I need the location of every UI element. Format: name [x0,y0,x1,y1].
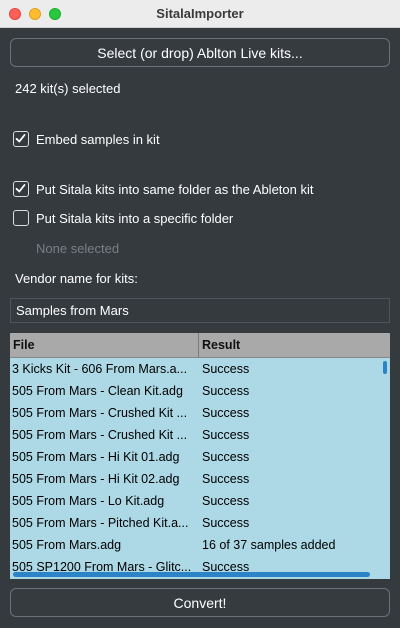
table-row[interactable]: 505 From Mars - Hi Kit 01.adg Success [10,447,382,469]
file-cell: 505 From Mars - Lo Kit.adg [12,494,165,508]
embed-samples-label: Embed samples in kit [36,131,160,147]
title-bar: SitalaImporter [0,0,400,28]
file-cell: 505 From Mars.adg [12,538,122,552]
file-cell: 3 Kicks Kit - 606 From Mars.a... [12,362,188,376]
same-folder-label: Put Sitala kits into same folder as the … [36,181,314,197]
table-row[interactable]: 505 From Mars - Clean Kit.adg Success [10,381,382,403]
file-cell: 505 From Mars - Crushed Kit ... [12,428,188,442]
vertical-scrollbar[interactable] [383,361,387,374]
specific-folder-label: Put Sitala kits into a specific folder [36,210,234,226]
table-row[interactable]: 505 From Mars - Crushed Kit ... Success [10,425,382,447]
sitala-importer-window: SitalaImporter Select (or drop) Ablton L… [0,0,400,628]
convert-button[interactable]: Convert! [10,588,390,617]
horizontal-scrollbar[interactable] [13,572,370,577]
specific-folder-checkbox[interactable] [13,210,29,226]
file-cell: 505 From Mars - Clean Kit.adg [12,384,183,398]
table-row[interactable]: 3 Kicks Kit - 606 From Mars.a... Success [10,359,382,381]
table-header: File Result [10,333,390,358]
result-cell: Success [202,406,250,420]
vendor-name-label: Vendor name for kits: [15,271,138,286]
table-row[interactable]: 505 From Mars - Crushed Kit ... Success [10,403,382,425]
checkmark-icon [15,134,26,143]
result-cell: Success [202,450,250,464]
vendor-name-input[interactable]: Samples from Mars [10,298,390,323]
result-cell: Success [202,494,250,508]
embed-samples-checkbox[interactable] [13,131,29,147]
file-cell: 505 From Mars - Crushed Kit ... [12,406,188,420]
folder-selection-status: None selected [36,241,120,256]
same-folder-checkbox[interactable] [13,181,29,197]
result-cell: Success [202,362,250,376]
column-header-file[interactable]: File [10,333,199,357]
window-title: SitalaImporter [156,6,244,21]
table-row[interactable]: 505 From Mars.adg 16 of 37 samples added [10,535,382,557]
embed-samples-option[interactable]: Embed samples in kit [13,130,160,148]
result-cell: Success [202,384,250,398]
table-row[interactable]: 505 From Mars - Hi Kit 02.adg Success [10,469,382,491]
same-folder-option[interactable]: Put Sitala kits into same folder as the … [13,180,313,198]
result-cell: Success [202,428,250,442]
select-kits-button[interactable]: Select (or drop) Ablton Live kits... [10,38,390,67]
results-table: File Result 3 Kicks Kit - 606 From Mars.… [10,333,390,579]
table-rows: 3 Kicks Kit - 606 From Mars.a... Success… [10,359,382,579]
table-row[interactable]: 505 From Mars - Pitched Kit.a... Success [10,513,382,535]
file-cell: 505 From Mars - Pitched Kit.a... [12,516,189,530]
checkmark-icon [15,184,26,193]
specific-folder-option[interactable]: Put Sitala kits into a specific folder [13,209,233,227]
file-cell: 505 From Mars - Hi Kit 02.adg [12,472,180,486]
result-cell: 16 of 37 samples added [202,538,336,552]
table-row[interactable]: 505 From Mars - Lo Kit.adg Success [10,491,382,513]
selection-status: 242 kit(s) selected [15,81,121,96]
file-cell: 505 From Mars - Hi Kit 01.adg [12,450,180,464]
result-cell: Success [202,516,250,530]
result-cell: Success [202,472,250,486]
column-header-result[interactable]: Result [199,333,390,357]
